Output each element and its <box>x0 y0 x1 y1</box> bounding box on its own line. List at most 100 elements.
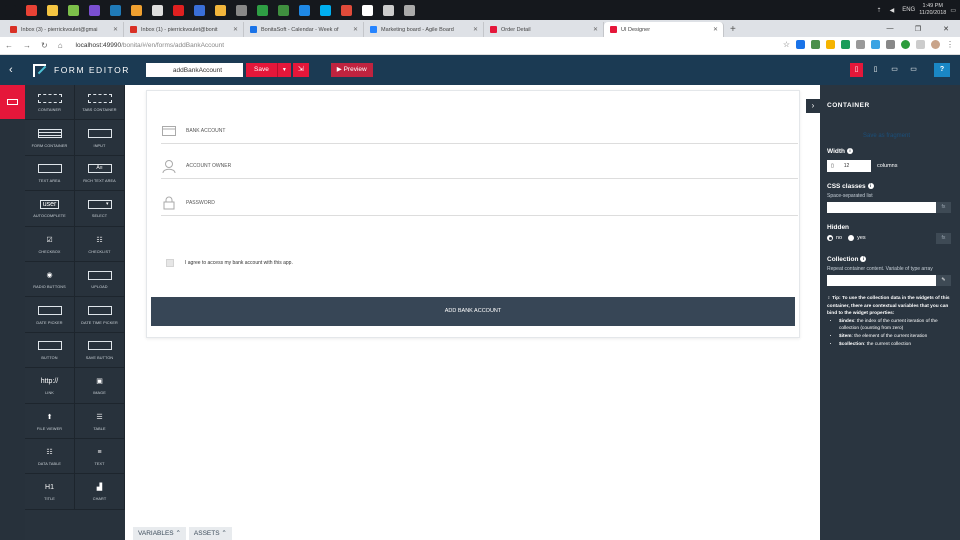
save-as-fragment-link[interactable]: Save as fragment <box>863 133 910 139</box>
add-bank-account-button[interactable]: ADD BANK ACCOUNT <box>151 297 795 326</box>
widgets-palette-tab[interactable] <box>0 85 25 119</box>
close-tab-icon[interactable]: ✕ <box>113 26 118 33</box>
hidden-fx-button[interactable]: fx <box>936 233 951 244</box>
css-classes-input[interactable] <box>827 202 936 213</box>
skype-icon[interactable] <box>320 4 331 16</box>
browser-tab[interactable]: Marketing board - Agile Board ✕ <box>364 22 484 37</box>
collection-link-icon[interactable]: ✎ <box>936 275 951 286</box>
app-icon[interactable] <box>68 4 79 16</box>
close-window-icon[interactable]: ✕ <box>932 25 960 33</box>
app-icon[interactable] <box>257 4 268 16</box>
password-input[interactable]: PASSWORD <box>161 191 798 216</box>
save-button[interactable]: Save <box>246 63 278 77</box>
extension-icon[interactable] <box>841 40 850 49</box>
palette-item-autocomplete[interactable]: user Autocomplete <box>25 191 75 227</box>
close-tab-icon[interactable]: ✕ <box>473 26 478 33</box>
acrobat-icon[interactable] <box>173 4 184 16</box>
file-explorer-icon[interactable] <box>47 4 58 16</box>
desktop-icon[interactable]: ▭ <box>907 63 920 77</box>
bank-account-input[interactable]: BANK ACCOUNT <box>161 119 798 144</box>
palette-item-image[interactable]: ▣ Image <box>75 368 125 404</box>
palette-item-chart[interactable]: ▟ Chart <box>75 474 125 510</box>
collapse-panel-icon[interactable]: › <box>806 99 820 113</box>
app-icon[interactable] <box>383 4 394 16</box>
export-icon[interactable]: ⇲ <box>292 63 309 77</box>
app-icon[interactable] <box>341 4 352 16</box>
close-tab-icon[interactable]: ✕ <box>593 26 598 33</box>
assets-tab[interactable]: ASSETS ⌃ <box>188 527 232 540</box>
save-button-group[interactable]: Save ▼ <box>246 63 291 77</box>
extension-icon[interactable] <box>901 40 910 49</box>
profile-avatar[interactable] <box>931 40 940 49</box>
bookmark-star-icon[interactable]: ☆ <box>783 40 790 49</box>
app-icon[interactable] <box>362 4 373 16</box>
language-indicator[interactable]: ENG <box>902 7 915 13</box>
back-arrow-icon[interactable]: ‹ <box>9 64 23 76</box>
uipath-icon[interactable] <box>299 4 310 16</box>
extension-icon[interactable] <box>826 40 835 49</box>
forward-icon[interactable]: → <box>23 41 31 50</box>
extension-icon[interactable] <box>871 40 880 49</box>
network-icon[interactable]: ⇡ <box>877 7 882 14</box>
form-container[interactable]: BANK ACCOUNT ACCOUNT OWNER PASSWORD I ag… <box>146 90 800 338</box>
browser-tab[interactable]: Inbox (3) - pierrickvoulet@gmai ✕ <box>4 22 124 37</box>
palette-item-upload[interactable]: Upload <box>75 261 125 298</box>
close-tab-icon[interactable]: ✕ <box>353 26 358 33</box>
phone-icon[interactable]: ▯ <box>850 63 863 77</box>
save-dropdown-icon[interactable]: ▼ <box>278 67 291 73</box>
palette-item-data-table[interactable]: ☷ Data table <box>25 438 75 475</box>
app-icon[interactable] <box>131 4 142 16</box>
hidden-yes-radio[interactable] <box>848 235 855 241</box>
palette-item-checklist[interactable]: ☷ Checklist <box>75 226 125 262</box>
extension-icon[interactable] <box>886 40 895 49</box>
spinner-icon[interactable]: ▯ <box>831 163 834 169</box>
form-name-input[interactable] <box>146 63 243 77</box>
extension-icon[interactable] <box>811 40 820 49</box>
windows-start-icon[interactable] <box>5 4 16 16</box>
minimize-icon[interactable]: — <box>876 25 904 32</box>
browser-tab[interactable]: Inbox (1) - pierrickvoulet@bonit ✕ <box>124 22 244 37</box>
laptop-icon[interactable]: ▭ <box>888 63 901 77</box>
css-fx-button[interactable]: fx <box>936 202 951 213</box>
hidden-no-radio[interactable] <box>827 235 833 241</box>
palette-item-form-container[interactable]: Form container <box>25 120 75 156</box>
chrome-icon[interactable] <box>26 4 37 16</box>
app-icon[interactable] <box>110 4 121 16</box>
palette-item-tabs-container[interactable]: Tabs container <box>75 85 125 121</box>
extension-icon[interactable] <box>856 40 865 49</box>
palette-item-save-button[interactable]: Save button <box>75 332 125 369</box>
help-button[interactable]: ? <box>934 63 950 77</box>
preview-button[interactable]: ▶ Preview <box>330 63 373 77</box>
agree-checkbox[interactable]: I agree to access my bank account with t… <box>166 259 293 267</box>
browser-tab[interactable]: UI Designer ✕ <box>604 22 724 37</box>
app-icon[interactable] <box>152 4 163 16</box>
home-icon[interactable]: ⌂ <box>58 41 63 50</box>
palette-item-text-area[interactable]: Text area <box>25 155 75 192</box>
browser-tab[interactable]: Order Detail ✕ <box>484 22 604 37</box>
browser-tab[interactable]: BonitaSoft - Calendar - Week of ✕ <box>244 22 364 37</box>
account-owner-input[interactable]: ACCOUNT OWNER <box>161 154 798 179</box>
tablet-icon[interactable]: ▯ <box>869 63 882 77</box>
palette-item-table[interactable]: ☰ Table <box>75 403 125 439</box>
palette-item-date-picker[interactable]: Date picker <box>25 297 75 333</box>
palette-item-container[interactable]: Container <box>25 85 75 121</box>
clock[interactable]: 1:49 PM 11/20/2018 <box>919 3 946 17</box>
extension-icon[interactable] <box>796 40 805 49</box>
palette-item-select[interactable]: ▾ Select <box>75 191 125 227</box>
browser-menu-icon[interactable]: ⋮ <box>946 40 954 49</box>
app-icon[interactable] <box>278 4 289 16</box>
back-icon[interactable]: ← <box>5 41 13 50</box>
palette-item-link[interactable]: http:// Link <box>25 368 75 404</box>
palette-item-input[interactable]: Input <box>75 120 125 156</box>
app-icon[interactable] <box>215 4 226 16</box>
palette-item-date-time-picker[interactable]: Date time picker <box>75 297 125 333</box>
close-tab-icon[interactable]: ✕ <box>713 26 718 33</box>
notification-icon[interactable]: ▭ <box>950 7 956 14</box>
app-icon[interactable] <box>89 4 100 16</box>
reload-icon[interactable]: ↻ <box>41 41 48 50</box>
palette-item-text[interactable]: ≡ Text <box>75 438 125 475</box>
url-field[interactable]: localhost:49990/bonita/#/en/forms/addBan… <box>76 42 225 49</box>
extension-icon[interactable] <box>916 40 925 49</box>
variables-tab[interactable]: VARIABLES ⌃ <box>133 527 186 540</box>
palette-item-button[interactable]: Button <box>25 332 75 369</box>
